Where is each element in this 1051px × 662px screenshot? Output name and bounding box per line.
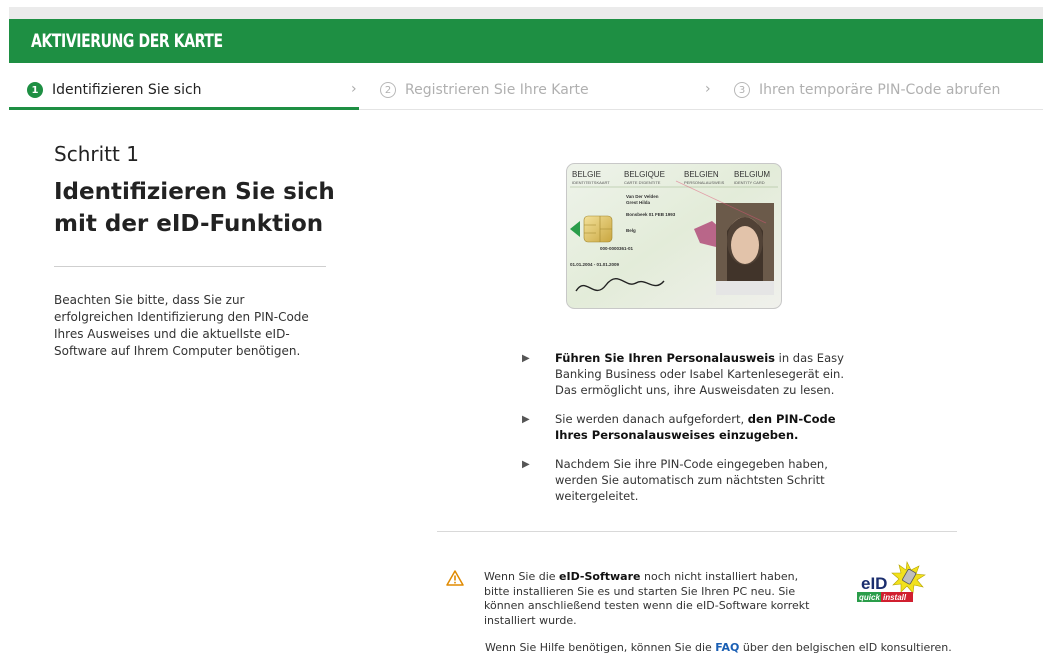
warning-text: Wenn Sie die eID-Software noch nicht ins…	[484, 570, 819, 628]
warning-bold: eID-Software	[559, 570, 641, 583]
card-subtitle-2: CARTE D'IDENTITE	[624, 180, 661, 185]
card-country-2: BELGIQUE	[624, 170, 665, 179]
id-card-image: BELGIE BELGIQUE BELGIEN BELGIUM IDENTITE…	[566, 163, 782, 309]
step-1-label: Identifizieren Sie sich	[52, 82, 202, 98]
list-item: ▶ Führen Sie Ihren Personalausweis in da…	[522, 350, 852, 398]
active-step-underline	[9, 107, 359, 110]
card-firstname: Grest Hilda	[626, 200, 651, 205]
page-title: AKTIVIERUNG DER KARTE	[31, 30, 223, 52]
chevron-right-icon: ›	[705, 81, 711, 97]
card-country-1: BELGIE	[572, 170, 601, 179]
card-birth: Bonsbeek 01 FEB 1993	[626, 212, 676, 217]
triangle-right-icon: ▶	[522, 353, 530, 364]
step-2-number: 2	[380, 82, 396, 98]
top-gray-bar	[9, 7, 1043, 19]
instruction-list: ▶ Führen Sie Ihren Personalausweis in da…	[522, 350, 852, 517]
chevron-right-icon: ›	[351, 81, 357, 97]
card-nationality: Belg	[626, 228, 636, 233]
list-item-text: Nachdem Sie ihre PIN-Code eingegeben hab…	[555, 457, 828, 503]
faq-link[interactable]: FAQ	[715, 641, 739, 654]
help-tail: über den belgischen eID konsultieren.	[739, 641, 952, 654]
list-item-lead: Sie werden danach aufgefordert,	[555, 412, 748, 426]
step-1-number: 1	[27, 82, 43, 98]
list-item: ▶ Sie werden danach aufgefordert, den PI…	[522, 411, 852, 443]
list-item: ▶ Nachdem Sie ihre PIN-Code eingegeben h…	[522, 456, 852, 504]
card-subtitle-1: IDENTITEITSKAART	[572, 180, 610, 185]
eid-logo-text: eID	[861, 574, 887, 593]
triangle-right-icon: ▶	[522, 459, 530, 470]
warning-lead: Wenn Sie die	[484, 570, 560, 583]
card-country-4: BELGIUM	[734, 170, 770, 179]
step-3-label: Ihren temporäre PIN-Code abrufen	[759, 82, 1001, 98]
eid-quick-install-logo[interactable]: eID quick install	[855, 560, 930, 606]
divider	[437, 531, 957, 532]
eid-logo-quick: quick	[859, 593, 880, 602]
step-heading: Schritt 1	[54, 142, 139, 166]
help-text: Wenn Sie Hilfe benötigen, können Sie die…	[485, 641, 952, 654]
step-2[interactable]: 2 Registrieren Sie Ihre Karte	[380, 72, 589, 108]
card-subtitle-3: PERSONALAUSWEIS	[684, 180, 725, 185]
requirements-note: Beachten Sie bitte, dass Sie zur erfolgr…	[54, 293, 309, 358]
top-strip	[0, 0, 1051, 7]
card-name: Van Der Velden	[626, 194, 659, 199]
list-item-bold: Führen Sie Ihren Personalausweis	[555, 351, 776, 365]
step-3-number: 3	[734, 82, 750, 98]
step-progress: 1 Identifizieren Sie sich › 2 Registrier…	[9, 72, 1043, 110]
section-title: Identifizieren Sie sich mit der eID-Funk…	[54, 179, 335, 237]
card-validity: 01.01.2004 - 01.01.2009	[570, 262, 620, 267]
list-item-text: Sie werden danach aufgefordert, den PIN-…	[555, 411, 852, 443]
list-item-text: Führen Sie Ihren Personalausweis in das …	[555, 350, 852, 398]
eid-logo-install: install	[883, 593, 907, 602]
intro-panel: Schritt 1 Identifizieren Sie sich mit de…	[54, 142, 344, 360]
step-1[interactable]: 1 Identifizieren Sie sich	[27, 72, 202, 108]
triangle-right-icon: ▶	[522, 414, 530, 425]
help-lead: Wenn Sie Hilfe benötigen, können Sie die	[485, 641, 716, 654]
card-subtitle-4: IDENTITY CARD	[734, 180, 765, 185]
page-header: AKTIVIERUNG DER KARTE	[9, 19, 1043, 63]
warning-icon	[446, 570, 484, 628]
card-country-3: BELGIEN	[684, 170, 719, 179]
step-2-label: Registrieren Sie Ihre Karte	[405, 82, 589, 98]
step-3[interactable]: 3 Ihren temporäre PIN-Code abrufen	[734, 72, 1000, 108]
software-warning: Wenn Sie die eID-Software noch nicht ins…	[446, 570, 846, 628]
divider	[54, 266, 326, 267]
card-number: 000-0000361-01	[600, 246, 634, 251]
